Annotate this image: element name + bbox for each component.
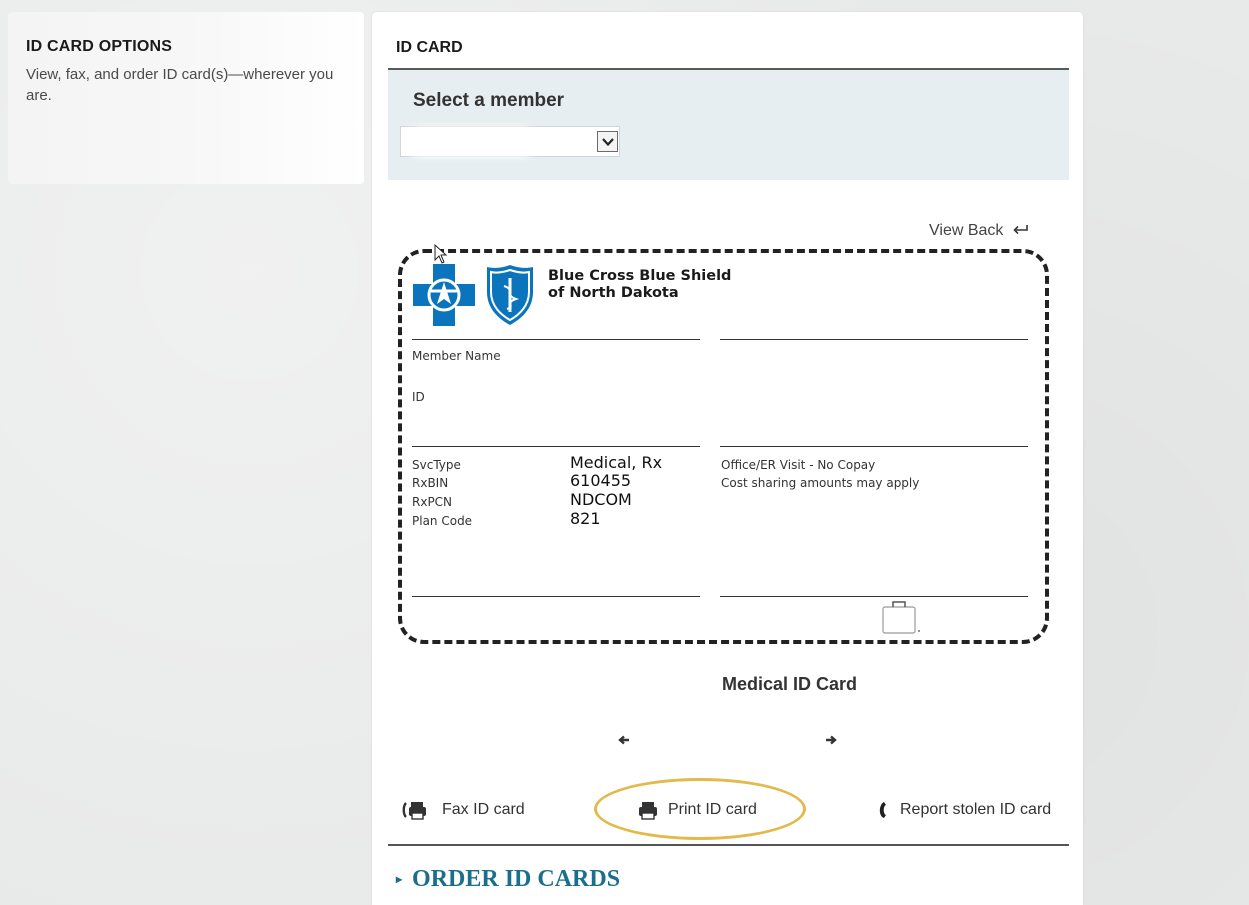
- bcbs-logos: [413, 264, 535, 326]
- svc-type-label: SvcType: [412, 458, 461, 472]
- caret-right-icon: ▸: [396, 872, 403, 886]
- divider: [720, 446, 1028, 447]
- id-card-panel: ID CARD Select a member View Back Blue C…: [372, 12, 1083, 905]
- member-select-dropdown[interactable]: [400, 126, 620, 157]
- print-id-card-button[interactable]: Print ID card: [638, 800, 757, 820]
- company-name: Blue Cross Blue Shield of North Dakota: [548, 268, 731, 302]
- order-id-cards-label: ORDER ID CARDS: [412, 866, 621, 892]
- return-arrow-icon: [1013, 221, 1029, 241]
- plan-code-label: Plan Code: [412, 514, 473, 528]
- rxbin-value: 610455: [570, 471, 632, 490]
- id-label: ID: [412, 390, 425, 404]
- page: ID CARD OPTIONS View, fax, and order ID …: [0, 0, 1249, 905]
- member-select-value: [411, 133, 531, 151]
- report-stolen-id-card-button[interactable]: Report stolen ID card: [876, 800, 1051, 820]
- fax-icon: [402, 802, 426, 820]
- order-id-cards-link[interactable]: ▸ ORDER ID CARDS: [396, 866, 620, 893]
- previous-card-arrow-icon[interactable]: [618, 733, 630, 750]
- sidebar-description: View, fax, and order ID card(s)—wherever…: [26, 66, 334, 104]
- divider: [720, 596, 1028, 597]
- office-visit-text: Office/ER Visit - No Copay: [721, 458, 876, 472]
- fax-id-card-label: Fax ID card: [442, 801, 525, 818]
- company-name-line2: of North Dakota: [548, 285, 679, 301]
- printer-icon: [639, 802, 657, 820]
- rxbin-label: RxBIN: [412, 476, 449, 490]
- id-card-front: Blue Cross Blue Shield of North Dakota M…: [398, 249, 1049, 644]
- print-id-card-label: Print ID card: [668, 801, 757, 818]
- mouse-cursor-icon: [434, 243, 448, 269]
- select-member-label: Select a member: [413, 90, 565, 111]
- svc-type-value: Medical, Rx: [570, 453, 663, 472]
- plan-code-value: 821: [570, 509, 601, 528]
- next-card-arrow-icon[interactable]: [825, 733, 837, 750]
- chevron-down-icon[interactable]: [597, 131, 618, 152]
- suitcase-icon: [881, 599, 923, 640]
- cost-sharing-text: Cost sharing amounts may apply: [721, 476, 920, 490]
- panel-title: ID CARD: [396, 39, 463, 56]
- view-back-link[interactable]: View Back: [929, 221, 1029, 241]
- sidebar-title: ID CARD OPTIONS: [26, 38, 173, 55]
- company-name-line1: Blue Cross Blue Shield: [548, 268, 732, 284]
- divider: [720, 339, 1028, 340]
- divider: [388, 844, 1069, 846]
- report-stolen-id-card-label: Report stolen ID card: [900, 801, 1052, 818]
- member-name-value: [414, 367, 538, 383]
- card-caption: Medical ID Card: [722, 674, 858, 694]
- fax-id-card-button[interactable]: Fax ID card: [402, 800, 525, 820]
- rxpcn-label: RxPCN: [412, 495, 453, 509]
- member-name-label: Member Name: [412, 349, 501, 363]
- blue-shield-logo-icon: [485, 264, 535, 325]
- view-back-label: View Back: [929, 222, 1004, 239]
- id-value: [414, 410, 590, 426]
- id-card-options-sidebar: ID CARD OPTIONS View, fax, and order ID …: [8, 12, 364, 184]
- blue-cross-logo-icon: [413, 264, 475, 326]
- caption-prefix-redacted: [562, 667, 712, 697]
- rxpcn-value: NDCOM: [570, 490, 632, 509]
- divider: [412, 339, 700, 340]
- member-selector-section: Select a member: [388, 70, 1069, 180]
- divider: [412, 596, 700, 597]
- phone-icon: [879, 802, 886, 818]
- divider: [412, 446, 700, 447]
